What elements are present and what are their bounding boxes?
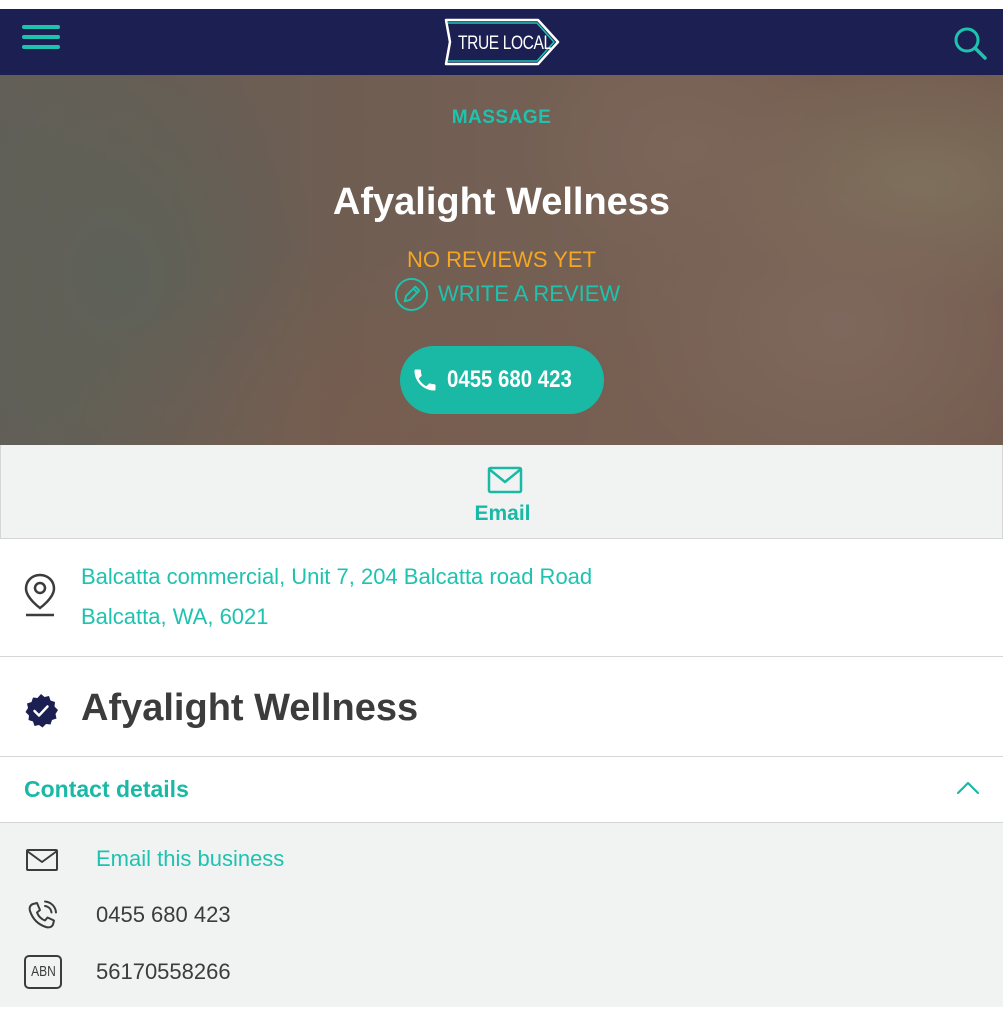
navbar: TRUE LOCAL [0, 9, 1003, 75]
search-icon[interactable] [952, 25, 988, 61]
location-pin-icon [24, 573, 56, 617]
contact-details-toggle[interactable]: Contact details [0, 757, 1003, 823]
business-name-heading: Afyalight Wellness [81, 687, 419, 729]
category-label[interactable]: MASSAGE [0, 107, 1003, 129]
phone-ringing-icon [28, 900, 57, 929]
write-review-label: WRITE A REVIEW [438, 281, 621, 306]
hero-banner: MASSAGE Afyalight Wellness NO REVIEWS YE… [0, 75, 1003, 445]
envelope-icon [26, 849, 58, 871]
chevron-up-icon [956, 781, 980, 795]
write-review-link[interactable]: WRITE A REVIEW [394, 276, 620, 312]
abn-number: 56170558266 [96, 959, 231, 984]
contact-abn-row: ABN 56170558266 [0, 947, 1003, 997]
call-button[interactable]: 0455 680 423 [400, 346, 604, 414]
reviews-status: NO REVIEWS YET [406, 247, 597, 272]
business-title: Afyalight Wellness [332, 181, 671, 223]
email-action-button[interactable]: Email [0, 445, 1003, 539]
address-line-2[interactable]: Balcatta, WA, 6021 [81, 604, 269, 630]
address-line-1[interactable]: Balcatta commercial, Unit 7, 204 Balcatt… [81, 564, 592, 590]
business-header: Afyalight Wellness [0, 657, 1003, 757]
email-business-link[interactable]: Email this business [96, 846, 284, 872]
logo-text: TRUE LOCAL [458, 33, 552, 54]
phone-number: 0455 680 423 [96, 902, 231, 927]
hamburger-menu-icon[interactable] [22, 25, 60, 55]
abn-icon: ABN [24, 955, 62, 989]
contact-email-row[interactable]: Email this business [0, 834, 1003, 884]
contact-details-list: Email this business 0455 680 423 ABN 561… [0, 823, 1003, 1007]
phone-icon [414, 369, 436, 391]
pencil-icon [394, 277, 429, 311]
envelope-icon [487, 466, 523, 494]
contact-phone-row[interactable]: 0455 680 423 [0, 890, 1003, 940]
verified-badge-icon [25, 694, 58, 728]
top-strip [0, 0, 1003, 9]
contact-details-title: Contact details [24, 776, 189, 802]
email-action-label: Email [474, 502, 531, 525]
address-section: Balcatta commercial, Unit 7, 204 Balcatt… [0, 540, 1003, 657]
call-button-label: 0455 680 423 [446, 366, 572, 393]
